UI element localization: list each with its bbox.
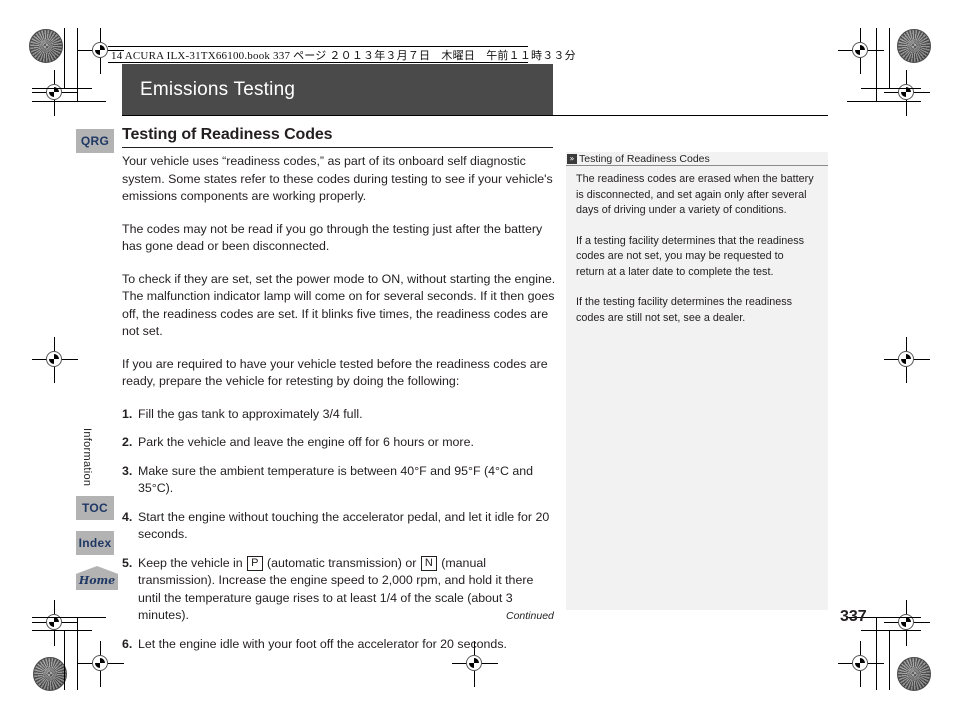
list-item: 2. Park the vehicle and leave the engine…: [122, 434, 556, 452]
trim-mark-top-right-v2: [876, 28, 877, 102]
trim-mark-top-right-h2: [847, 101, 921, 102]
reference-panel-body: The readiness codes are erased when the …: [576, 172, 814, 341]
step-text: Park the vehicle and leave the engine of…: [138, 435, 474, 449]
sidebar-item-qrg[interactable]: QRG: [76, 129, 114, 153]
registration-cross-bottom-right-inner: [838, 641, 884, 687]
page-title: Testing of Readiness Codes: [122, 126, 333, 143]
article-body: Your vehicle uses “readiness codes,” as …: [122, 153, 556, 664]
index-label: Index: [78, 536, 112, 550]
retest-steps-list: 1. Fill the gas tank to approximately 3/…: [122, 406, 556, 654]
neutral-gear-symbol: N: [420, 555, 437, 571]
trim-mark-top-right-h: [861, 88, 921, 89]
registration-cross-top-right: [884, 70, 930, 116]
step-number: 2.: [122, 435, 133, 449]
list-item: 3. Make sure the ambient temperature is …: [122, 463, 556, 498]
step-text-part-a: Keep the vehicle in: [138, 555, 247, 570]
reference-paragraph-dealer: If the testing facility determines the r…: [576, 296, 793, 324]
paragraph-check: To check if they are set, set the power …: [122, 271, 556, 339]
home-label: Home: [78, 574, 116, 587]
registration-dot-bottom-left: [33, 657, 67, 691]
sidebar-item-toc[interactable]: TOC: [76, 496, 114, 520]
park-gear-symbol: P: [247, 555, 263, 571]
page-title-rule: [122, 147, 553, 148]
list-item: 5. Keep the vehicle in P (automatic tran…: [122, 555, 556, 625]
step-number: 6.: [122, 636, 133, 651]
registration-cross-bottom-right: [884, 600, 930, 646]
trim-mark-bottom-left-h: [32, 630, 92, 631]
registration-cross-top-right-inner: [838, 28, 884, 74]
sidebar-item-home[interactable]: Home: [76, 566, 118, 590]
step-text: Make sure the ambient temperature is bet…: [138, 463, 534, 496]
registration-cross-top-left-outer: [32, 70, 78, 116]
reference-panel: » Testing of Readiness Codes The readine…: [566, 152, 828, 610]
trim-mark-top-left-h2: [32, 101, 106, 102]
registration-cross-mid-left: [32, 337, 78, 383]
reference-paragraph-facility: If a testing facility determines that th…: [576, 234, 805, 278]
page-number: 337: [840, 608, 867, 625]
list-item: 1. Fill the gas tank to approximately 3/…: [122, 406, 556, 424]
toc-label: TOC: [81, 501, 108, 515]
qrg-label: QRG: [80, 134, 110, 148]
registration-cross-bottom-left: [32, 600, 78, 646]
trim-mark-bottom-left-h2: [32, 617, 106, 618]
step-text-part-b: (automatic transmission) or: [263, 555, 420, 570]
trim-mark-bottom-right-v2: [876, 617, 877, 690]
trim-mark-bottom-left-v2: [77, 617, 78, 690]
trim-mark-top-left-v: [64, 28, 65, 88]
reference-panel-header: » Testing of Readiness Codes: [566, 152, 828, 166]
registration-dot-top-right: [897, 29, 931, 63]
registration-dot-top-left: [29, 29, 63, 63]
trim-mark-bottom-left-v: [64, 630, 65, 690]
step-text: Fill the gas tank to approximately 3/4 f…: [138, 406, 363, 421]
paragraph-prepare: If you are required to have your vehicle…: [122, 356, 548, 389]
trim-mark-top-right-v: [889, 28, 890, 88]
step-number: 4.: [122, 509, 133, 524]
print-meta-rule-bottom: [108, 62, 528, 63]
reference-paragraph-erased: The readiness codes are erased when the …: [576, 173, 814, 216]
chapter-title-band: Emissions Testing: [122, 64, 553, 115]
step-number: 1.: [122, 406, 133, 421]
double-chevron-icon: »: [567, 153, 577, 164]
chapter-title-rule: [122, 115, 828, 116]
list-item: 6. Let the engine idle with your foot of…: [122, 636, 556, 654]
step-number: 3.: [122, 463, 133, 478]
chapter-title: Emissions Testing: [140, 78, 296, 100]
paragraph-battery: The codes may not be read if you go thro…: [122, 221, 543, 254]
continued-label: Continued: [506, 610, 554, 622]
registration-cross-mid-right: [884, 337, 930, 383]
section-label-information: Information: [81, 428, 93, 487]
step-text: Start the engine without touching the ac…: [138, 509, 550, 542]
step-text: Let the engine idle with your foot off t…: [138, 636, 507, 651]
trim-mark-bottom-right-h: [861, 630, 921, 631]
print-meta-line: 14 ACURA ILX-31TX66100.book 337 ページ ２０１３…: [111, 50, 576, 62]
sidebar-item-index[interactable]: Index: [76, 531, 114, 555]
trim-mark-bottom-right-v: [889, 630, 890, 690]
registration-cross-bottom-left-inner: [78, 641, 124, 687]
registration-dot-bottom-right: [897, 657, 931, 691]
reference-panel-title: Testing of Readiness Codes: [579, 152, 710, 165]
trim-mark-top-left-v2: [77, 28, 78, 102]
trim-mark-top-left-h: [32, 88, 92, 89]
paragraph-intro: Your vehicle uses “readiness codes,” as …: [122, 154, 553, 203]
list-item: 4. Start the engine without touching the…: [122, 509, 556, 544]
step-number: 5.: [122, 555, 133, 570]
